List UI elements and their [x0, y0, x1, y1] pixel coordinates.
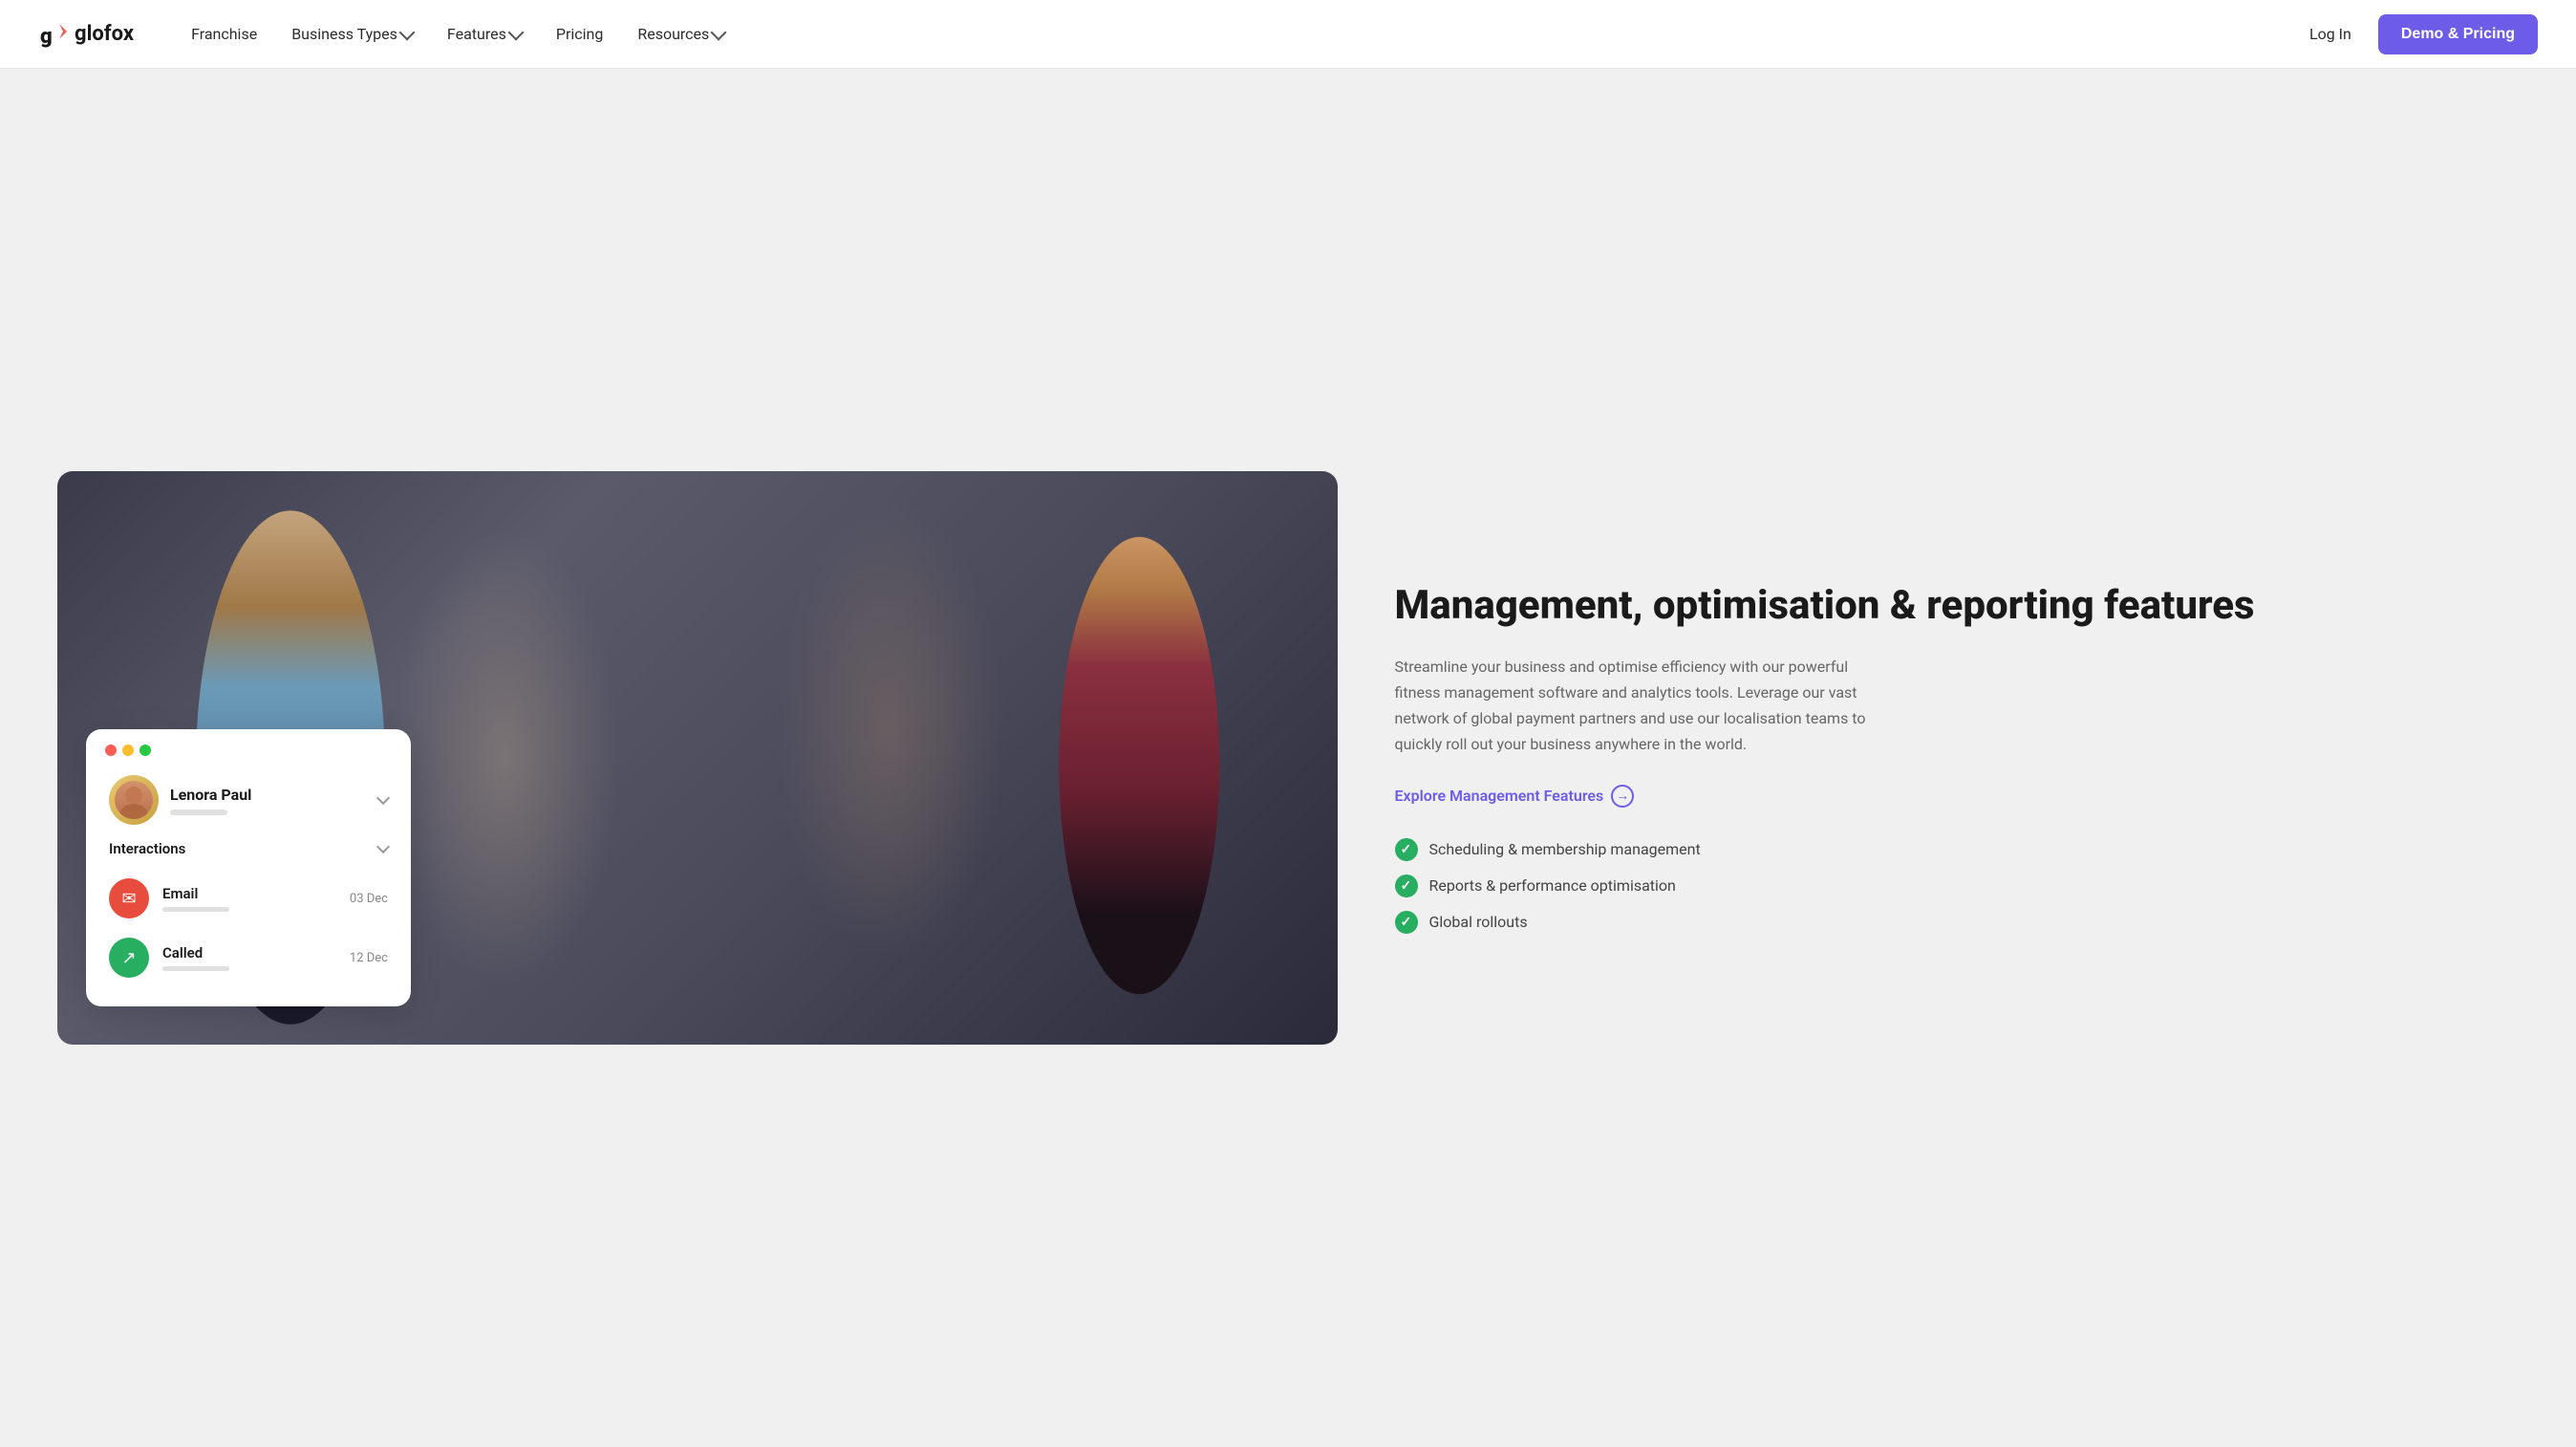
feature-item-3: ✓ Global rollouts	[1395, 911, 2519, 934]
feature-item-2: ✓ Reports & performance optimisation	[1395, 875, 2519, 897]
business-types-chevron	[398, 24, 415, 40]
called-details: Called	[162, 944, 336, 971]
avatar	[109, 775, 159, 825]
email-icon: ✉	[109, 878, 149, 918]
email-details: Email	[162, 885, 336, 912]
called-title: Called	[162, 944, 336, 961]
user-subtitle	[170, 810, 227, 815]
avatar-inner	[115, 781, 153, 819]
user-info: Lenora Paul	[170, 786, 367, 815]
nav-features[interactable]: Features	[447, 25, 522, 43]
called-bar	[162, 966, 229, 971]
demo-pricing-button[interactable]: Demo & Pricing	[2378, 14, 2538, 54]
feature-item-1: ✓ Scheduling & membership management	[1395, 838, 2519, 861]
card-chevron-icon[interactable]	[376, 791, 390, 805]
user-name: Lenora Paul	[170, 786, 367, 804]
explore-arrow-icon: →	[1616, 788, 1629, 804]
nav-pricing[interactable]: Pricing	[556, 25, 604, 43]
email-interaction: ✉ Email 03 Dec	[109, 869, 388, 928]
features-chevron	[507, 24, 524, 40]
called-date: 12 Dec	[350, 951, 388, 965]
check-icon-3: ✓	[1395, 911, 1418, 934]
email-date: 03 Dec	[350, 892, 388, 906]
nav-links: Franchise Business Types Features Pricin…	[191, 25, 2309, 43]
interactions-chevron-icon[interactable]	[376, 840, 390, 853]
dot-red	[105, 745, 117, 756]
login-link[interactable]: Log In	[2309, 25, 2351, 43]
interactions-row: Interactions	[109, 840, 388, 857]
logo-text: glofox	[75, 22, 134, 46]
logo[interactable]: g glofox	[38, 20, 134, 49]
interactions-label: Interactions	[109, 840, 185, 857]
called-interaction: ↗ Called 12 Dec	[109, 928, 388, 987]
check-icon-2: ✓	[1395, 875, 1418, 897]
feature-list: ✓ Scheduling & membership management ✓ R…	[1395, 838, 2519, 934]
called-symbol: ↗	[121, 948, 136, 968]
nav-franchise[interactable]: Franchise	[191, 25, 257, 43]
email-symbol: ✉	[121, 889, 136, 909]
nav-right: Log In Demo & Pricing	[2309, 14, 2538, 54]
logo-icon: g	[38, 20, 67, 49]
interaction-card: Lenora Paul Interactions ✉ Email 03 Dec	[86, 729, 411, 1006]
called-icon: ↗	[109, 938, 149, 978]
explore-circle-icon: →	[1611, 785, 1634, 808]
dot-green	[140, 745, 151, 756]
navigation: g glofox Franchise Business Types Featur…	[0, 0, 2576, 69]
check-icon-1: ✓	[1395, 838, 1418, 861]
resources-chevron	[711, 24, 727, 40]
window-dots	[105, 745, 151, 756]
main-title: Management, optimisation & reporting fea…	[1395, 582, 2519, 630]
email-bar	[162, 907, 229, 912]
right-column: Management, optimisation & reporting fea…	[1395, 582, 2519, 933]
left-column: Lenora Paul Interactions ✉ Email 03 Dec	[57, 471, 1338, 1045]
nav-business-types[interactable]: Business Types	[291, 25, 413, 43]
card-top: Lenora Paul	[109, 775, 388, 825]
explore-link[interactable]: Explore Management Features →	[1395, 785, 2519, 808]
svg-text:g: g	[40, 25, 53, 49]
main-description: Streamline your business and optimise ef…	[1395, 654, 1892, 758]
dot-yellow	[122, 745, 134, 756]
nav-resources[interactable]: Resources	[637, 25, 724, 43]
email-title: Email	[162, 885, 336, 902]
main-section: Lenora Paul Interactions ✉ Email 03 Dec	[0, 69, 2576, 1447]
figure-right	[1043, 517, 1234, 1014]
